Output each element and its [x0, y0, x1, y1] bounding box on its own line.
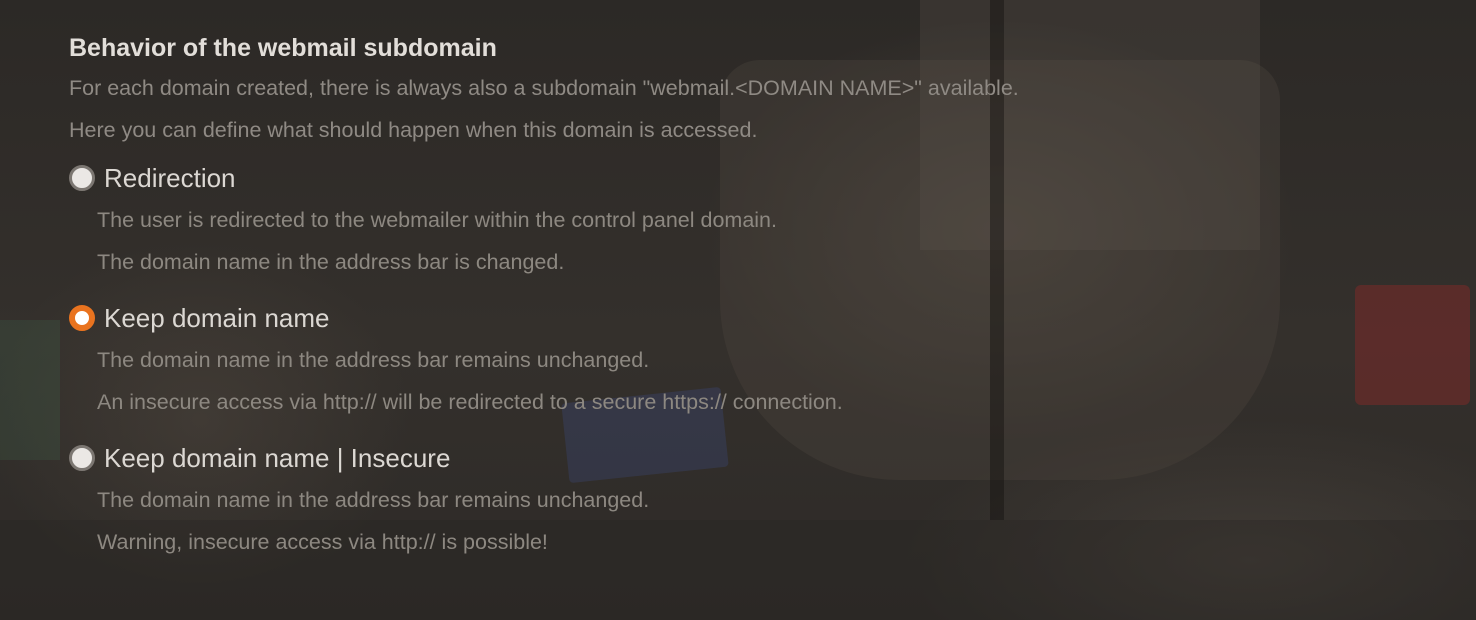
radio-keep-domain-name-insecure[interactable] — [69, 445, 95, 471]
option-description: The user is redirected to the webmailer … — [69, 199, 1399, 283]
section-title: Behavior of the webmail subdomain — [69, 34, 497, 62]
option-label[interactable]: Keep domain name — [104, 297, 329, 339]
option-redirection-row[interactable]: Redirection — [69, 157, 1399, 199]
option-description: The domain name in the address bar remai… — [69, 479, 1399, 563]
section-description: For each domain created, there is always… — [69, 67, 1399, 151]
section-description-line: For each domain created, there is always… — [69, 76, 1019, 100]
option-keep-domain-name-row[interactable]: Keep domain name — [69, 297, 1399, 339]
option-description-line: The user is redirected to the webmailer … — [97, 208, 777, 232]
option-description-line: An insecure access via http:// will be r… — [97, 390, 843, 414]
option-description-line: The domain name in the address bar remai… — [97, 348, 650, 372]
section-description-line: Here you can define what should happen w… — [69, 118, 758, 142]
webmail-subdomain-settings: Behavior of the webmail subdomain For ea… — [69, 30, 1399, 563]
option-description-line: The domain name in the address bar is ch… — [97, 250, 565, 274]
option-redirection: Redirection The user is redirected to th… — [69, 157, 1399, 283]
background-sign-left — [0, 320, 60, 460]
radio-keep-domain-name[interactable] — [69, 305, 95, 331]
option-keep-domain-name: Keep domain name The domain name in the … — [69, 297, 1399, 423]
option-label[interactable]: Keep domain name | Insecure — [104, 437, 450, 479]
option-description-line: Warning, insecure access via http:// is … — [97, 530, 548, 554]
option-keep-domain-name-insecure-row[interactable]: Keep domain name | Insecure — [69, 437, 1399, 479]
radio-redirection[interactable] — [69, 165, 95, 191]
option-keep-domain-name-insecure: Keep domain name | Insecure The domain n… — [69, 437, 1399, 563]
option-description: The domain name in the address bar remai… — [69, 339, 1399, 423]
option-label[interactable]: Redirection — [104, 157, 236, 199]
option-description-line: The domain name in the address bar remai… — [97, 488, 650, 512]
